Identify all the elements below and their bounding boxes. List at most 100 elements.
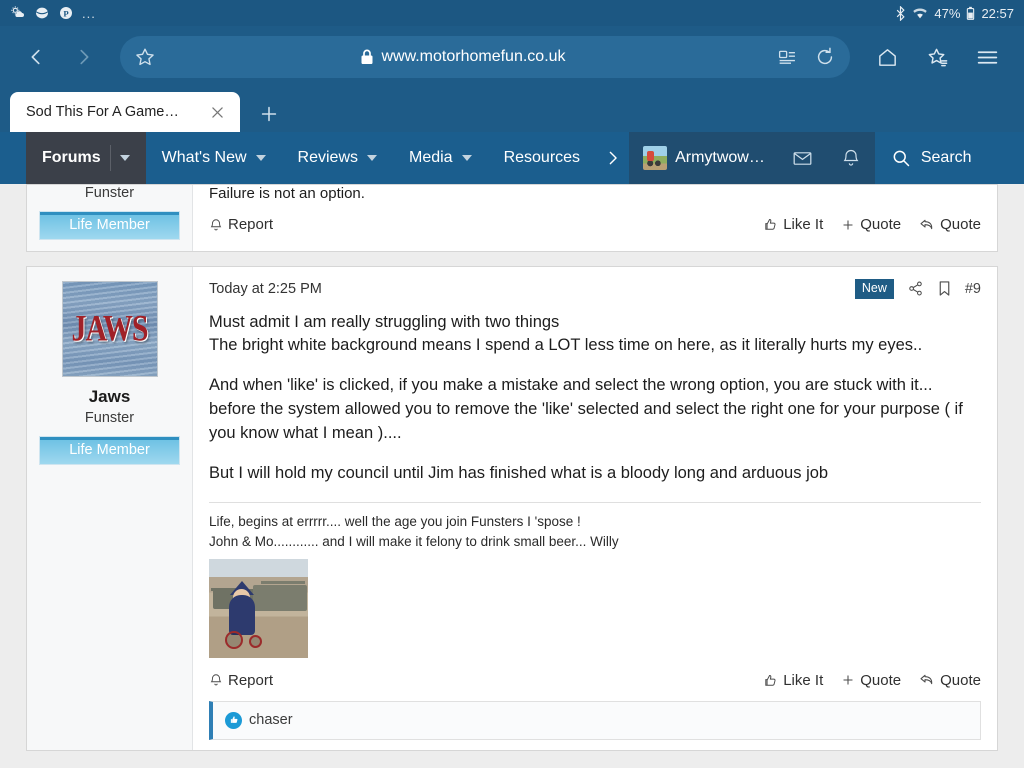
chevron-down-icon[interactable] (367, 155, 377, 161)
reply-quote-label: Quote (940, 216, 981, 233)
plus-icon (841, 218, 855, 232)
user-title: Funster (84, 185, 135, 201)
like-button[interactable]: Like It (763, 216, 823, 233)
lock-icon (361, 49, 373, 64)
post-previous: Funster Life Member Failure is not an op… (26, 184, 998, 252)
post-signature: Life, begins at errrrr.... well the age … (209, 502, 981, 658)
nav-label-whats-new: What's New (161, 149, 247, 166)
report-label: Report (228, 671, 274, 689)
user-title: Funster (84, 410, 135, 426)
battery-icon (966, 6, 975, 21)
multi-quote-button[interactable]: Quote (841, 672, 901, 689)
reply-quote-button[interactable]: Quote (919, 216, 981, 233)
nav-label-media: Media (409, 149, 453, 166)
post-header: Today at 2:25 PM New #9 (209, 279, 981, 299)
tab-strip: Sod This For A Game… (0, 88, 1024, 132)
post-number[interactable]: #9 (965, 281, 981, 297)
forum-navbar: Forums What's New Reviews Media Resource… (0, 132, 1024, 184)
nav-search-label: Search (920, 149, 972, 166)
url-bar[interactable]: www.motorhomefun.co.uk (120, 36, 850, 78)
reply-quote-button[interactable]: Quote (919, 672, 981, 689)
post-paragraph-3: But I will hold my council until Jim has… (209, 464, 829, 483)
thread-page: Funster Life Member Failure is not an op… (0, 184, 1024, 768)
url-text-wrap: www.motorhomefun.co.uk (154, 48, 772, 66)
post-header-actions: New #9 (854, 279, 981, 299)
forward-button[interactable] (62, 35, 106, 79)
post-actions-left: Report (209, 216, 273, 233)
reload-icon[interactable] (810, 42, 840, 72)
post-9: JAWS Jaws Funster Life Member Today at 2… (26, 266, 998, 751)
reaction-username[interactable]: chaser (249, 712, 293, 728)
multi-quote-label: Quote (860, 671, 902, 689)
browser-tab[interactable]: Sod This For A Game… (10, 92, 240, 132)
inbox-icon[interactable] (778, 132, 827, 184)
pinterest-icon: P (58, 5, 74, 21)
post-timestamp[interactable]: Today at 2:25 PM (209, 281, 322, 297)
plus-icon (841, 673, 855, 687)
multi-quote-button[interactable]: Quote (841, 216, 901, 233)
alerts-bell-icon[interactable] (826, 132, 875, 184)
status-overflow-dots: ... (82, 5, 96, 21)
post-paragraph-2: And when 'like' is clicked, if you make … (209, 376, 963, 443)
nav-label-reviews: Reviews (297, 149, 358, 166)
post-actions-right: Like It Quote Quote (763, 672, 981, 689)
nav-account-menu[interactable]: Armytwow… (629, 132, 779, 184)
post-content: Today at 2:25 PM New #9 Must admit I am … (193, 267, 997, 750)
post-author-sidebar: JAWS Jaws Funster Life Member (27, 267, 193, 750)
share-icon[interactable] (907, 280, 924, 297)
nav-search-button[interactable]: Search (874, 132, 990, 184)
search-icon (891, 148, 911, 168)
nav-item-resources[interactable]: Resources (488, 132, 596, 184)
avatar (643, 146, 668, 170)
post-paragraph-1: Must admit I am really struggling with t… (209, 312, 923, 355)
post-actions-left: Report (209, 672, 273, 689)
nav-item-whats-new[interactable]: What's New (146, 132, 282, 184)
report-button[interactable]: Report (209, 672, 273, 689)
post-actions-right: Like It Quote Quote (763, 216, 981, 233)
wifi-icon (912, 6, 928, 20)
bookmark-icon[interactable] (937, 280, 952, 297)
post-reactions-bar[interactable]: chaser (209, 700, 981, 740)
post-signature-line: Failure is not an option. (209, 185, 365, 202)
bell-icon (209, 673, 223, 687)
browser-toolbar: www.motorhomefun.co.uk (0, 26, 1024, 88)
status-bar-right: 47% 22:57 (895, 5, 1014, 21)
reader-mode-icon[interactable] (772, 42, 802, 72)
nav-item-media[interactable]: Media (393, 132, 488, 184)
bluetooth-icon (895, 5, 906, 21)
back-button[interactable] (14, 35, 58, 79)
chevron-down-icon[interactable] (461, 155, 472, 161)
nav-item-forums[interactable]: Forums (26, 132, 146, 184)
home-icon[interactable] (864, 35, 910, 79)
bookmarks-icon[interactable] (914, 35, 960, 79)
chevron-down-icon[interactable] (255, 155, 266, 161)
report-button[interactable]: Report (209, 216, 273, 233)
tab-title: Sod This For A Game… (26, 104, 179, 120)
signature-line-1: Life, begins at errrrr.... well the age … (209, 514, 581, 530)
nav-label-resources: Resources (503, 149, 581, 166)
avatar[interactable]: JAWS (61, 281, 158, 377)
post-author-sidebar: Funster Life Member (27, 185, 193, 251)
url-value: www.motorhomefun.co.uk (381, 48, 566, 65)
like-reaction-icon (225, 711, 242, 729)
samsung-internet-icon (34, 5, 50, 21)
nav-item-reviews[interactable]: Reviews (282, 132, 393, 184)
chevron-down-icon[interactable] (109, 145, 130, 171)
svg-text:P: P (63, 8, 69, 18)
status-bar-left: P ... (10, 5, 96, 21)
status-badge: New (854, 279, 894, 299)
android-status-bar: P ... 47% 22:57 (0, 0, 1024, 26)
nav-label-forums: Forums (42, 149, 101, 166)
like-button[interactable]: Like It (763, 672, 823, 689)
new-tab-button[interactable] (240, 96, 298, 132)
post-username[interactable]: Jaws (39, 387, 180, 407)
close-icon[interactable] (204, 99, 230, 125)
status-clock: 22:57 (981, 5, 1014, 21)
reply-arrow-icon (919, 218, 935, 232)
battery-percent: 47% (934, 5, 961, 21)
post-actions: Report Like It Quote Quote (209, 202, 981, 233)
nav-overflow-chevron-icon[interactable] (596, 132, 629, 184)
post-actions: Report Like It Quote Quote (209, 658, 981, 689)
reply-arrow-icon (919, 673, 935, 687)
menu-icon[interactable] (964, 35, 1010, 79)
